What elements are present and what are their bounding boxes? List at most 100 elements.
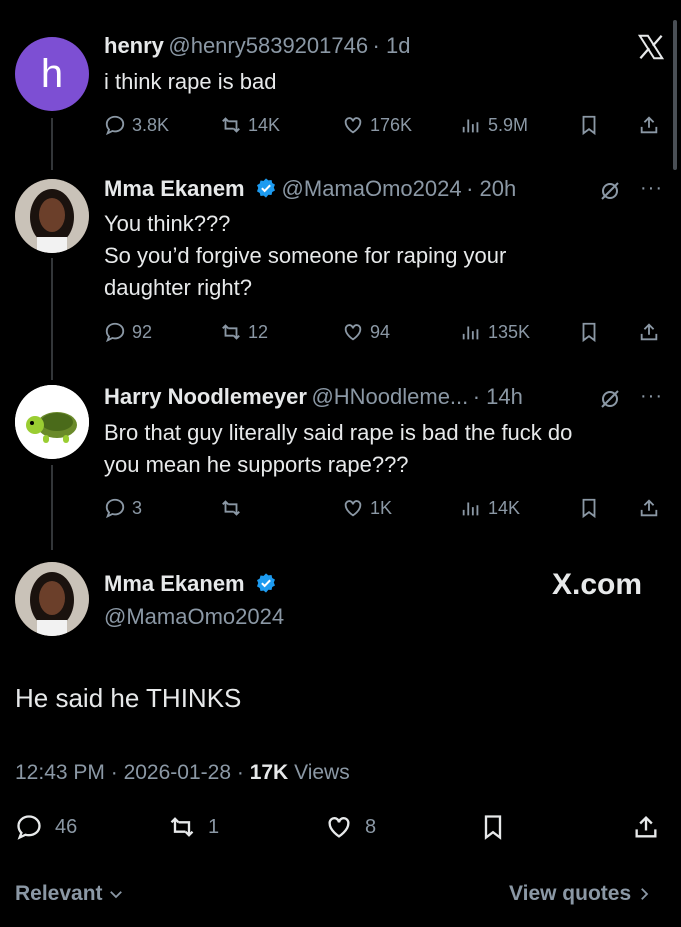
like-count: 94 bbox=[370, 321, 391, 342]
reply-count: 46 bbox=[55, 815, 78, 838]
meta-separator: · bbox=[110, 761, 118, 784]
display-name[interactable]: Mma Ekanem bbox=[104, 176, 245, 201]
sort-label: Relevant bbox=[15, 882, 103, 905]
thread-line bbox=[51, 118, 53, 170]
tweet-timestamp[interactable]: 12:43 PM bbox=[15, 761, 105, 784]
tweet-actions: 3.8K 14K 176K 5.9M bbox=[104, 110, 664, 140]
tweet-actions: 92 12 94 135K bbox=[104, 317, 664, 347]
bookmark-button[interactable] bbox=[578, 317, 600, 347]
retweet-count: 14K bbox=[248, 114, 281, 135]
views-icon bbox=[462, 502, 479, 516]
avatar-image bbox=[15, 562, 89, 636]
views-icon bbox=[462, 119, 479, 133]
like-count: 176K bbox=[370, 114, 413, 135]
views-count: 135K bbox=[488, 321, 531, 342]
reply-button[interactable]: 92 bbox=[104, 317, 152, 347]
user-handle[interactable]: @henry5839201746 bbox=[168, 33, 368, 58]
turtle-avatar-image bbox=[15, 385, 89, 459]
like-button[interactable]: 94 bbox=[342, 317, 390, 347]
tweet-text: Bro that guy literally said rape is bad … bbox=[104, 417, 572, 481]
verified-icon bbox=[257, 178, 276, 198]
grok-icon[interactable] bbox=[598, 387, 622, 411]
tweet-header: henry @henry5839201746 · 1d bbox=[104, 33, 410, 59]
reply-count: 92 bbox=[132, 321, 153, 342]
retweet-button[interactable]: 12 bbox=[220, 317, 268, 347]
tweet-time[interactable]: · 20h bbox=[466, 176, 516, 201]
share-button[interactable] bbox=[638, 110, 660, 140]
like-icon bbox=[328, 817, 350, 838]
bookmark-button[interactable] bbox=[479, 812, 507, 842]
tweet-actions: 3 1K 14K bbox=[104, 493, 664, 523]
grok-icon[interactable] bbox=[598, 179, 622, 203]
tweet-text-line: i think rape is bad bbox=[104, 69, 277, 94]
share-button[interactable] bbox=[638, 317, 660, 347]
tweet-time[interactable]: · 1d bbox=[373, 33, 411, 58]
like-icon bbox=[344, 117, 362, 134]
share-button[interactable] bbox=[632, 812, 660, 842]
like-button[interactable]: 176K bbox=[342, 110, 412, 140]
chevron-down-icon bbox=[109, 891, 122, 899]
bookmark-icon bbox=[582, 322, 596, 343]
tweet-time[interactable]: · 14h bbox=[473, 384, 523, 409]
scrollbar[interactable] bbox=[673, 20, 677, 170]
retweet-icon bbox=[222, 117, 240, 133]
retweet-button[interactable]: 1 bbox=[168, 812, 219, 842]
retweet-button[interactable] bbox=[220, 493, 248, 523]
tweet-text-line: You think??? bbox=[104, 211, 231, 236]
thread-line bbox=[51, 465, 53, 550]
watermark: X.com bbox=[552, 568, 643, 601]
chevron-right-icon bbox=[641, 888, 649, 900]
reply-icon bbox=[105, 115, 125, 136]
retweet-button[interactable]: 14K bbox=[220, 110, 280, 140]
sort-dropdown[interactable]: Relevant bbox=[15, 882, 125, 906]
views-button[interactable]: 14K bbox=[460, 493, 520, 523]
more-icon[interactable]: ··· bbox=[640, 177, 663, 200]
bookmark-button[interactable] bbox=[578, 493, 600, 523]
views-icon bbox=[462, 326, 479, 340]
bookmark-button[interactable] bbox=[578, 110, 600, 140]
like-icon bbox=[344, 500, 362, 517]
view-quotes-link[interactable]: View quotes bbox=[509, 882, 653, 906]
avatar[interactable]: h bbox=[15, 37, 89, 111]
display-name[interactable]: Harry Noodlemeyer bbox=[104, 384, 307, 409]
bookmark-icon bbox=[582, 498, 596, 519]
reply-button[interactable]: 46 bbox=[15, 812, 77, 842]
like-button[interactable]: 8 bbox=[325, 812, 376, 842]
x-logo-icon bbox=[637, 34, 665, 60]
views-button[interactable]: 5.9M bbox=[460, 110, 528, 140]
user-handle[interactable]: @HNoodleme... bbox=[311, 384, 468, 409]
user-handle[interactable]: @MamaOmo2024 bbox=[104, 604, 284, 630]
user-handle[interactable]: @MamaOmo2024 bbox=[282, 176, 462, 201]
retweet-icon bbox=[170, 817, 194, 837]
retweet-icon bbox=[222, 324, 240, 340]
reply-count: 3.8K bbox=[132, 114, 170, 135]
tweet-text-line: So you’d forgive someone for raping your bbox=[104, 243, 507, 268]
avatar[interactable] bbox=[15, 179, 89, 253]
reply-icon bbox=[105, 498, 125, 519]
main-tweet-actions: 46 1 8 bbox=[15, 812, 665, 842]
like-icon bbox=[344, 324, 362, 341]
like-count: 1K bbox=[370, 497, 393, 518]
share-icon bbox=[640, 323, 658, 341]
display-name[interactable]: henry bbox=[104, 33, 164, 58]
avatar[interactable] bbox=[15, 385, 89, 459]
reply-button[interactable]: 3 bbox=[104, 493, 142, 523]
share-button[interactable] bbox=[638, 493, 660, 523]
reply-icon bbox=[105, 322, 125, 343]
display-name[interactable]: Mma Ekanem bbox=[104, 571, 245, 596]
tweet-date[interactable]: 2026-01-28 bbox=[124, 761, 231, 784]
views-button[interactable]: 135K bbox=[460, 317, 530, 347]
tweet-text: You think??? So you’d forgive someone fo… bbox=[104, 208, 506, 304]
more-icon[interactable]: ··· bbox=[640, 385, 663, 408]
like-button[interactable]: 1K bbox=[342, 493, 392, 523]
share-icon bbox=[640, 116, 658, 134]
tweet-meta: 12:43 PM · 2026-01-28 · 17K Views bbox=[15, 761, 350, 785]
reply-button[interactable]: 3.8K bbox=[104, 110, 169, 140]
main-tweet-text: He said he THINKS bbox=[15, 683, 242, 713]
thread-line bbox=[51, 258, 53, 380]
views-count: 14K bbox=[488, 497, 521, 518]
tweet-header: Harry Noodlemeyer @HNoodleme... · 14h bbox=[104, 384, 523, 410]
avatar[interactable] bbox=[15, 562, 89, 636]
reply-icon bbox=[17, 815, 41, 840]
avatar-image bbox=[15, 179, 89, 253]
